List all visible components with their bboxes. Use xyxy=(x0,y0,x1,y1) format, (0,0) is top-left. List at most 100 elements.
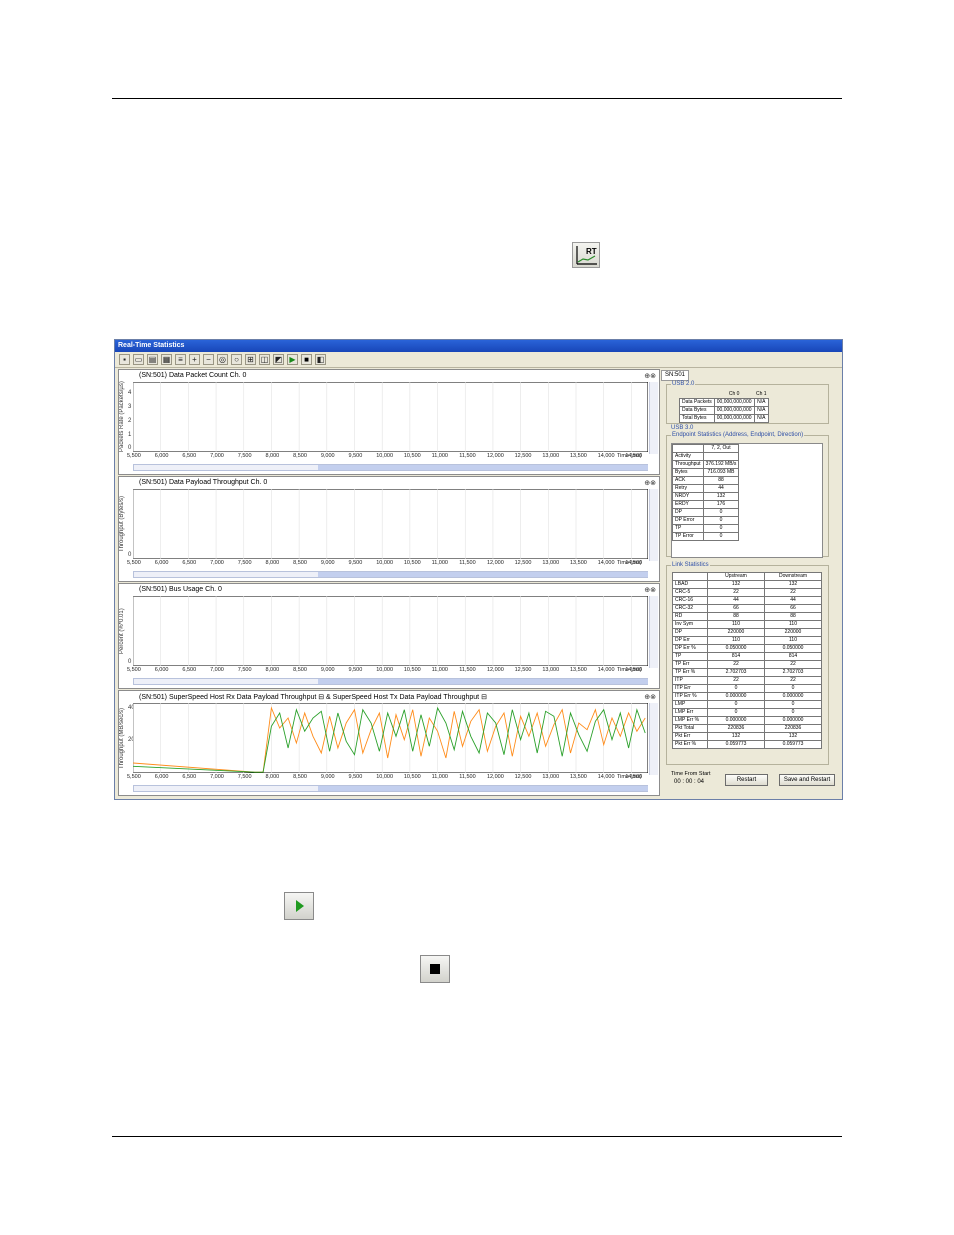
stop-icon[interactable]: ■ xyxy=(301,354,312,365)
row-label: TP Err xyxy=(672,660,708,669)
tab-sn501[interactable]: SN:501 xyxy=(661,370,690,381)
x-tick-label: 6,000 xyxy=(154,453,169,459)
horizontal-scrollbar[interactable] xyxy=(133,571,648,578)
cell-value: 22 xyxy=(707,676,765,685)
cell-value: 814 xyxy=(707,652,765,661)
cell-value: 0 xyxy=(707,708,765,717)
save-icon[interactable]: ▪ xyxy=(119,354,130,365)
row-label: Data Packets xyxy=(679,398,715,407)
row-label: TP Err % xyxy=(672,668,708,677)
cell-value: 00,000,000,000 xyxy=(713,414,755,423)
cell-value: N/A xyxy=(753,406,770,415)
row-label: LBAD xyxy=(672,580,708,589)
zoom-fit-icon[interactable]: ◎ xyxy=(217,354,228,365)
x-axis-unit-label: Time (ms) xyxy=(617,774,642,780)
zoom-in-icon[interactable]: + xyxy=(189,354,200,365)
x-tick-label: 9,500 xyxy=(348,560,363,566)
row-label: CRC-5 xyxy=(672,588,708,597)
save-and-restart-button[interactable]: Save and Restart xyxy=(779,774,835,786)
panel-controls-icon[interactable]: ⊕⊗ xyxy=(644,693,656,701)
x-tick-label: 12,000 xyxy=(486,774,504,780)
x-tick-label: 12,500 xyxy=(514,453,532,459)
usb20-group: USB 2.0 Ch 0 Ch 1 Data Packets 00,000,000,0… xyxy=(666,381,829,424)
table-row: RD 88 88 xyxy=(672,612,822,621)
cell-value: 0.050000 xyxy=(764,644,822,653)
x-tick-label: 8,500 xyxy=(293,453,307,459)
cell-value: 110 xyxy=(707,636,765,645)
x-tick-label: 10,000 xyxy=(376,774,394,780)
cell-value xyxy=(702,452,740,461)
footer-rule xyxy=(112,1136,842,1137)
table-row: DP Error 0 xyxy=(672,516,740,525)
link-stats-table: Upstream Downstream LBAD 132 132 CRC-5 22 22 CRC… xyxy=(672,572,822,749)
x-tick-label: 11,000 xyxy=(431,560,448,566)
cell-value: 110 xyxy=(707,620,765,629)
export-icon[interactable]: ◩ xyxy=(273,354,284,365)
zoom-out-icon[interactable]: − xyxy=(203,354,214,365)
panel-controls-icon[interactable]: ⊕⊗ xyxy=(644,372,656,380)
cell-value: 66 xyxy=(707,604,765,613)
row-label xyxy=(680,391,715,399)
table-row: TP 0 xyxy=(672,524,740,533)
vertical-scrollbar[interactable] xyxy=(649,703,658,775)
cell-value: 0.000000 xyxy=(707,716,765,725)
cell-value: 7, 2, Out xyxy=(702,444,740,453)
row-label: Bytes xyxy=(672,468,704,477)
row-label: Inv Sym xyxy=(672,620,708,629)
cell-value: N/A xyxy=(753,414,770,423)
print-icon[interactable]: ▤ xyxy=(147,354,158,365)
row-label: TP xyxy=(672,524,704,533)
y-axis-label: Throughput (Bytes/s) xyxy=(119,495,125,553)
start-icon[interactable]: ▶ xyxy=(287,354,298,365)
zoom-reset-icon[interactable]: ○ xyxy=(231,354,242,365)
cell-value: Ch 1 xyxy=(756,391,767,397)
horizontal-scrollbar[interactable] xyxy=(133,785,648,792)
scroll-icon[interactable]: ⊞ xyxy=(245,354,256,365)
layout-icon[interactable]: ▦ xyxy=(161,354,172,365)
cell-value: 2.702703 xyxy=(764,668,822,677)
y-axis-label: Percent (%*0.01) xyxy=(119,608,125,654)
time-from-start-label: Time From Start xyxy=(671,771,711,777)
cell-value: 88 xyxy=(707,612,765,621)
options-icon[interactable]: ◧ xyxy=(315,354,326,365)
chart-panel-superspeed-throughput: (SN:501) SuperSpeed Host Rx Data Payload… xyxy=(118,690,660,796)
row-label: ITP xyxy=(672,676,708,685)
row-label: RD xyxy=(672,612,708,621)
x-tick-label: 6,500 xyxy=(182,667,197,673)
horizontal-scrollbar[interactable] xyxy=(133,678,648,685)
x-tick-label: 9,000 xyxy=(320,667,335,673)
x-tick-label: 12,000 xyxy=(486,667,504,673)
charts-area: (SN:501) Data Packet Count Ch. 0 ⊕⊗ Pack… xyxy=(118,369,660,797)
table-row: CRC-16 44 44 xyxy=(672,596,822,605)
tile-icon[interactable]: ◫ xyxy=(259,354,270,365)
x-axis-unit-label: Time (ms) xyxy=(617,667,642,673)
row-label: NRDY xyxy=(672,492,704,501)
cell-value: 220836 xyxy=(707,724,765,733)
open-icon[interactable]: ▭ xyxy=(133,354,144,365)
restart-button[interactable]: Restart xyxy=(725,774,768,786)
usb20-label: USB 2.0 xyxy=(671,381,696,387)
vertical-scrollbar[interactable] xyxy=(649,596,658,668)
x-tick-label: 13,000 xyxy=(542,774,560,780)
cell-value: 176 xyxy=(702,500,740,509)
chart-panel-payload-throughput: (SN:501) Data Payload Throughput Ch. 0 ⊕… xyxy=(118,476,660,582)
table-row: Data Bytes 00,000,000,000 N/A xyxy=(679,406,770,415)
y-tick: 0 xyxy=(128,445,132,451)
table-row: CRC-32 66 66 xyxy=(672,604,822,613)
x-tick-label: 8,500 xyxy=(293,560,307,566)
table-row: LMP Err % 0.000000 0.000000 xyxy=(672,716,822,725)
panel-controls-icon[interactable]: ⊕⊗ xyxy=(644,586,656,594)
x-tick-label: 8,000 xyxy=(265,667,280,673)
x-tick-label: 6,500 xyxy=(182,774,197,780)
x-tick-label: 11,500 xyxy=(459,774,476,780)
row-label: TP xyxy=(672,652,708,661)
table-row: DP 220000 220000 xyxy=(672,628,822,637)
vertical-scrollbar[interactable] xyxy=(649,382,658,454)
vertical-scrollbar[interactable] xyxy=(649,489,658,561)
horizontal-scrollbar[interactable] xyxy=(133,464,648,471)
properties-icon[interactable]: ≡ xyxy=(175,354,186,365)
row-label: DP Error xyxy=(672,516,704,525)
panel-controls-icon[interactable]: ⊕⊗ xyxy=(644,479,656,487)
table-row: Pkt Err % 0.059773 0.059773 xyxy=(672,740,822,749)
window-title: Real-Time Statistics xyxy=(115,340,842,352)
